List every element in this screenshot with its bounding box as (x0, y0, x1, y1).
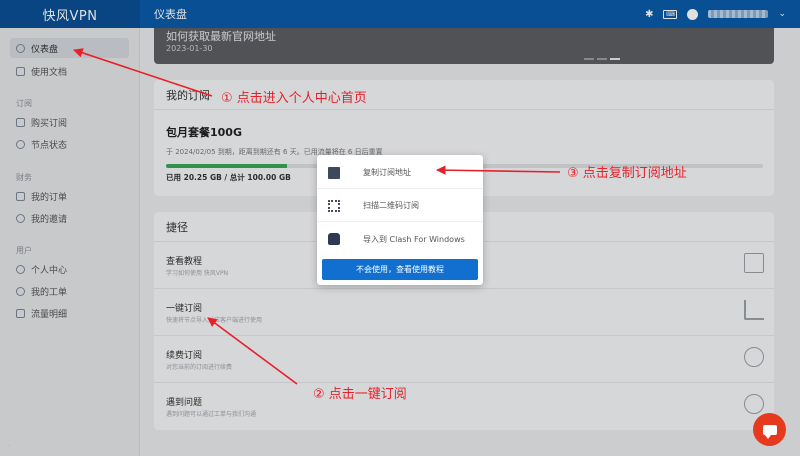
chat-support-button[interactable] (753, 413, 786, 446)
arrow-to-one-click (207, 317, 298, 385)
chat-icon (762, 424, 777, 439)
arrow-to-copy-link (436, 165, 561, 175)
arrow-to-dashboard (73, 48, 213, 97)
annotation-note-1: ① 点击进入个人中心首页 (221, 91, 367, 106)
annotation-note-2: ② 点击一键订阅 (313, 387, 407, 402)
annotation-note-3: ③ 点击复制订阅地址 (567, 166, 687, 181)
